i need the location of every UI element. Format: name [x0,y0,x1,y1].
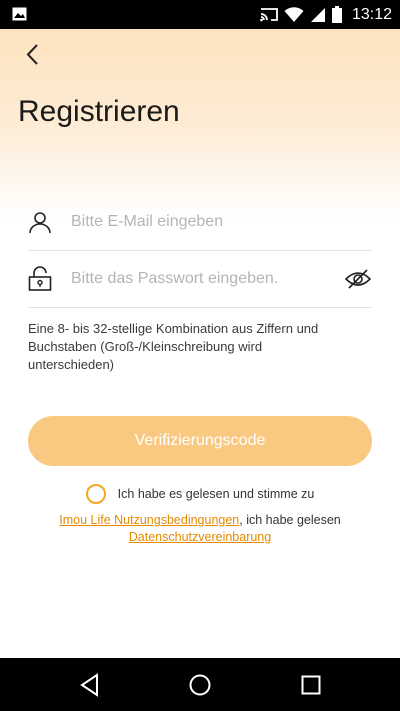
signal-icon [310,7,325,22]
terms-middle-text: , ich habe gelesen [239,513,341,527]
status-icons: 13:12 [260,0,392,29]
back-triangle-icon[interactable] [77,672,103,698]
password-input[interactable] [69,269,333,289]
agree-text: Ich habe es gelesen und stimme zu [117,487,315,501]
cast-icon [260,8,278,22]
register-screen: Registrieren Eine 8- bis 32-stellige Kom [0,29,400,658]
lock-icon [28,266,52,292]
password-field [28,251,372,308]
status-time: 13:12 [351,5,392,23]
agreement-row: Ich habe es gelesen und stimme zu [0,484,400,504]
gallery-icon [12,7,27,21]
page-title: Registrieren [18,95,180,128]
privacy-link[interactable]: Datenschutzvereinbarung [129,530,271,544]
email-field [28,194,372,251]
user-icon [28,209,52,235]
email-input[interactable] [69,212,333,232]
eye-off-icon[interactable] [344,266,372,292]
password-hint: Eine 8- bis 32-stellige Kombination aus … [28,321,319,372]
wifi-icon [284,6,304,22]
home-circle-icon[interactable] [187,672,213,698]
verification-code-button[interactable]: Verifizierungscode [28,416,372,466]
recents-square-icon[interactable] [298,672,324,698]
terms-text: Imou Life Nutzungsbedingungen, ich habe … [0,512,400,546]
navigation-bar [0,658,400,711]
terms-link[interactable]: Imou Life Nutzungsbedingungen [59,513,239,527]
battery-icon [331,6,342,23]
back-arrow-icon[interactable] [22,41,44,69]
agree-checkbox[interactable] [85,484,106,504]
status-bar: 13:12 [0,0,400,29]
